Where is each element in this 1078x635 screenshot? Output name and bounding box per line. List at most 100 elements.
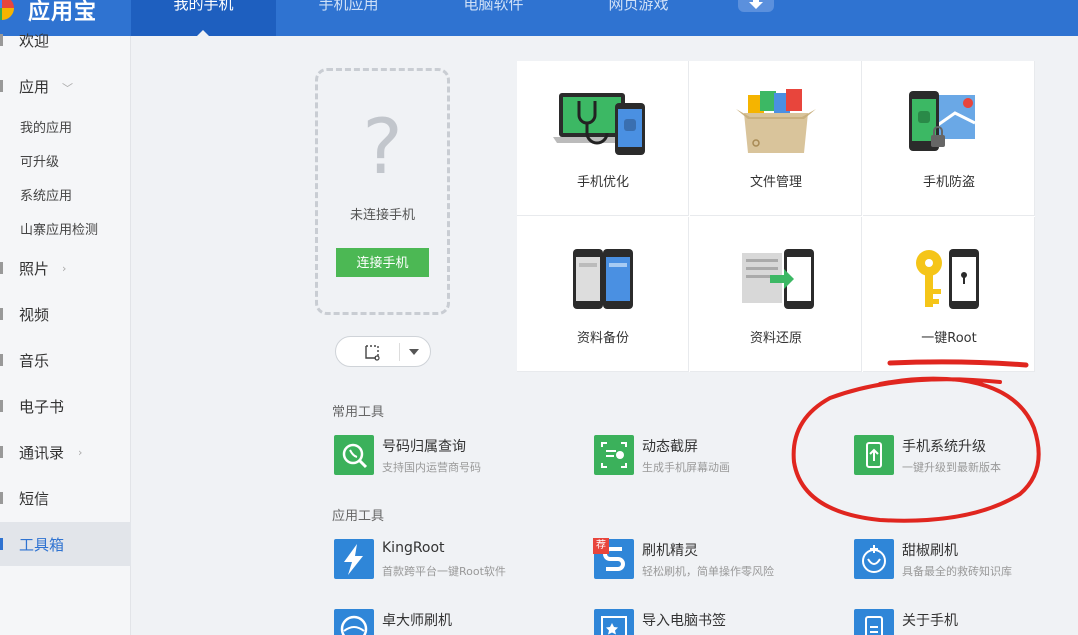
connect-phone-button[interactable]: 连接手机 — [336, 248, 429, 277]
tool-name: 导入电脑书签 — [642, 613, 726, 629]
download-button[interactable] — [738, 0, 774, 12]
tool-name: 甜椒刷机 — [902, 543, 958, 559]
feature-file-manager[interactable]: 文件管理 — [690, 61, 862, 216]
anti-theft-map-phone-icon — [909, 91, 976, 151]
item-marker — [0, 262, 3, 274]
sidebar-item-label: 欢迎 — [19, 32, 50, 50]
import-bookmarks-icon — [594, 609, 634, 635]
tool-sweet-pepper-flash[interactable]: 甜椒刷机 具备最全的救砖知识库 — [854, 539, 1078, 589]
tool-desc: 一键升级到最新版本 — [902, 461, 1001, 474]
sidebar-item-contacts[interactable]: 通讯录 › — [0, 432, 131, 472]
feature-data-restore[interactable]: 资料还原 — [690, 217, 862, 372]
sidebar-item-label: 电子书 — [19, 398, 65, 416]
item-marker — [0, 80, 3, 92]
tool-desc: 生成手机屏幕动画 — [642, 461, 730, 474]
common-tools-title: 常用工具 — [332, 405, 385, 420]
root-key-icon — [916, 249, 979, 309]
sidebar-subitem-upgradable[interactable]: 可升级 — [20, 151, 59, 170]
tool-import-bookmarks[interactable]: 导入电脑书签 — [594, 609, 834, 635]
feature-label: 手机防盗 — [922, 175, 975, 190]
feature-label: 手机优化 — [576, 175, 629, 190]
phone-connect-card: ? 未连接手机 连接手机 — [315, 68, 450, 315]
sidebar-item-videos[interactable]: 视频 — [0, 294, 131, 334]
sidebar-item-label: 应用 — [19, 78, 50, 96]
logo-mark-icon — [0, 0, 14, 20]
sidebar-item-toolbox[interactable]: 工具箱 — [0, 522, 131, 566]
item-marker — [0, 446, 3, 458]
feature-anti-theft[interactable]: 手机防盗 — [863, 61, 1035, 216]
feature-one-key-root[interactable]: 一键Root — [863, 217, 1035, 372]
sidebar-item-music[interactable]: 音乐 — [0, 340, 131, 380]
tool-name: 号码归属查询 — [382, 439, 466, 455]
top-nav-bar: 应用宝 我的手机 手机应用 电脑软件 网页游戏 — [0, 0, 1078, 36]
chevron-right-icon: › — [78, 446, 83, 459]
phone-status: 未连接手机 — [349, 208, 415, 223]
tool-system-upgrade[interactable]: 手机系统升级 一键升级到最新版本 — [854, 435, 1078, 485]
feature-label: 一键Root — [921, 331, 977, 346]
about-phone-icon — [854, 609, 894, 635]
zhuo-master-icon — [334, 609, 374, 635]
file-manager-box-icon — [736, 89, 816, 153]
tool-desc: 具备最全的救砖知识库 — [902, 565, 1012, 578]
tab-phone-apps[interactable]: 手机应用 — [276, 0, 421, 36]
divider — [399, 343, 400, 361]
feature-label: 资料还原 — [749, 331, 802, 346]
sidebar-item-photos[interactable]: 照片 › — [0, 248, 131, 288]
system-upgrade-icon — [854, 435, 894, 475]
tool-zhuo-master-flash[interactable]: 卓大师刷机 — [334, 609, 574, 635]
question-mark-icon: ? — [362, 102, 403, 191]
tool-name: 刷机精灵 — [642, 543, 698, 559]
item-marker — [0, 354, 3, 366]
sidebar-subitem-system-apps[interactable]: 系统应用 — [20, 185, 72, 204]
sidebar-item-ebooks[interactable]: 电子书 — [0, 386, 131, 426]
feature-label: 文件管理 — [749, 175, 802, 190]
recommend-badge: 荐 — [593, 538, 609, 554]
tool-name: 手机系统升级 — [902, 439, 986, 455]
sidebar-item-label: 短信 — [19, 490, 50, 508]
tool-dynamic-screenshot[interactable]: 动态截屏 生成手机屏幕动画 — [594, 435, 834, 485]
tool-name: 关于手机 — [902, 613, 958, 629]
tool-name: KingRoot — [382, 540, 445, 556]
feature-data-backup[interactable]: 资料备份 — [517, 217, 689, 372]
tab-web-games[interactable]: 网页游戏 — [566, 0, 711, 36]
feature-phone-optimize[interactable]: 手机优化 — [517, 61, 689, 216]
item-marker — [0, 308, 3, 320]
sidebar-item-welcome[interactable]: 欢迎 — [0, 20, 131, 60]
sidebar: 欢迎 应用 ﹀ 我的应用 可升级 系统应用 山寨应用检测 照片 › 视频 音乐 电子… — [0, 32, 131, 635]
number-lookup-icon — [334, 435, 374, 475]
tool-name: 卓大师刷机 — [382, 613, 452, 629]
feature-label: 资料备份 — [576, 331, 629, 346]
kingroot-lightning-icon — [334, 539, 374, 579]
sidebar-subitem-my-apps[interactable]: 我的应用 — [20, 117, 72, 136]
tool-about-phone[interactable]: 关于手机 — [854, 609, 1078, 635]
sidebar-item-label: 音乐 — [19, 352, 50, 370]
screenshot-crop-icon — [365, 345, 380, 361]
item-marker — [0, 400, 3, 412]
tab-my-phone[interactable]: 我的手机 — [131, 0, 276, 36]
screenshot-button[interactable] — [335, 336, 431, 367]
tool-name: 动态截屏 — [642, 439, 698, 455]
sidebar-item-label: 工具箱 — [19, 536, 65, 554]
sidebar-item-label: 视频 — [19, 306, 50, 324]
sidebar-item-sms[interactable]: 短信 — [0, 478, 131, 518]
flash-genius-icon: 荐 — [593, 538, 634, 579]
tool-desc: 首款跨平台一键Root软件 — [382, 565, 506, 578]
dropdown-arrow-icon[interactable] — [409, 349, 419, 355]
sidebar-subitem-fake-app-check[interactable]: 山寨应用检测 — [20, 219, 98, 238]
item-marker — [0, 34, 3, 46]
sidebar-item-label: 通讯录 — [19, 444, 65, 462]
data-backup-icon — [573, 249, 633, 309]
item-marker — [0, 538, 3, 550]
item-marker — [0, 492, 3, 504]
download-icon — [749, 0, 763, 9]
tool-number-lookup[interactable]: 号码归属查询 支持国内运营商号码 — [334, 435, 574, 485]
tool-desc: 支持国内运营商号码 — [382, 461, 481, 474]
tool-flash-genius[interactable]: 荐 刷机精灵 轻松刷机，简单操作零风险 — [593, 538, 834, 589]
data-restore-icon — [742, 249, 814, 309]
app-tools-title: 应用工具 — [332, 509, 385, 524]
tool-kingroot[interactable]: KingRoot 首款跨平台一键Root软件 — [334, 539, 574, 589]
chevron-down-icon: ﹀ — [62, 82, 73, 95]
sidebar-item-apps[interactable]: 应用 ﹀ — [0, 66, 131, 106]
chevron-right-icon: › — [62, 262, 67, 275]
tab-pc-software[interactable]: 电脑软件 — [421, 0, 566, 36]
